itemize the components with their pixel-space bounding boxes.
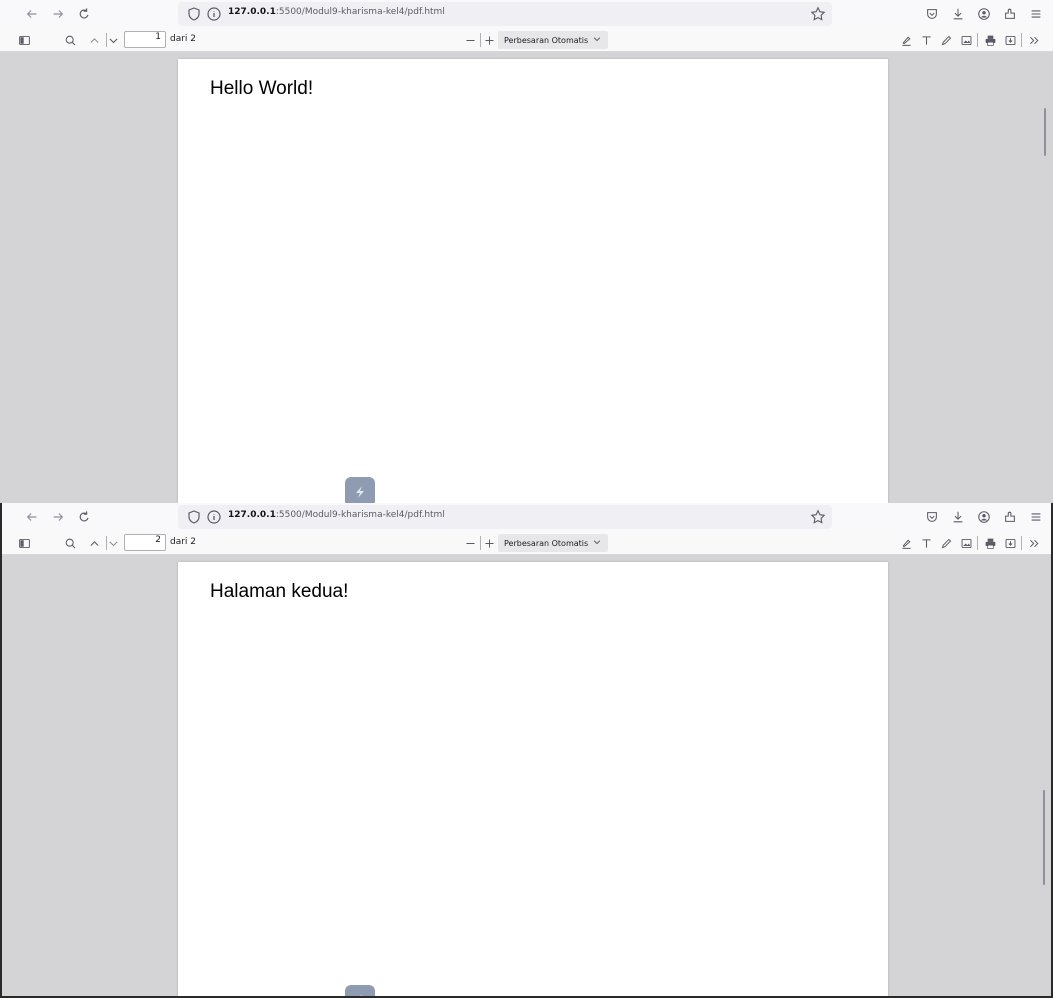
toolbar-separator	[977, 33, 978, 47]
account-icon[interactable]	[973, 507, 995, 527]
navigation-toolbar: 127.0.0.1:5500/Modul9-kharisma-kel4/pdf.…	[0, 0, 1053, 28]
tracking-protection-shield-icon[interactable]	[186, 6, 202, 22]
navigation-toolbar: 127.0.0.1:5500/Modul9-kharisma-kel4/pdf.…	[2, 503, 1051, 531]
floating-widget-icon[interactable]	[345, 985, 375, 996]
pocket-icon[interactable]	[921, 4, 943, 24]
pdf-page-text: Hello World!	[210, 78, 314, 99]
back-arrow-icon[interactable]	[22, 4, 42, 24]
tracking-protection-shield-icon[interactable]	[186, 509, 202, 525]
find-search-icon[interactable]	[60, 534, 80, 552]
url-host: 127.0.0.1	[228, 7, 276, 17]
reload-icon[interactable]	[74, 507, 94, 527]
draw-tool-icon[interactable]	[936, 31, 956, 49]
page-number-input[interactable]: 2	[124, 534, 166, 551]
pdf-viewer[interactable]: Hello World!	[0, 52, 1053, 503]
back-arrow-icon[interactable]	[22, 507, 42, 527]
site-info-icon[interactable]	[206, 509, 222, 525]
browser-window-page-2: 127.0.0.1:5500/Modul9-kharisma-kel4/pdf.…	[0, 503, 1053, 998]
account-icon[interactable]	[973, 4, 995, 24]
zoom-out-minus-icon[interactable]	[460, 534, 480, 552]
hamburger-menu-icon[interactable]	[1025, 507, 1047, 527]
page-count-label: dari 2	[170, 34, 197, 44]
print-icon[interactable]	[980, 31, 1000, 49]
toolbar-icons	[921, 4, 1047, 24]
pdf-page: Hello World!	[178, 59, 888, 503]
forward-arrow-icon[interactable]	[48, 4, 68, 24]
highlight-tool-icon[interactable]	[896, 534, 916, 552]
address-bar[interactable]: 127.0.0.1:5500/Modul9-kharisma-kel4/pdf.…	[178, 505, 832, 529]
scrollbar-thumb[interactable]	[1044, 108, 1046, 156]
page-count-label: dari 2	[170, 537, 197, 547]
image-tool-icon[interactable]	[956, 31, 976, 49]
tools-overflow-icon[interactable]	[1024, 534, 1044, 552]
next-page-chevron-down-icon[interactable]	[103, 534, 123, 552]
pdf-page: Halaman kedua!	[178, 562, 888, 996]
toolbar-separator	[977, 536, 978, 550]
zoom-select-label: Perbesaran Otomatis	[504, 538, 589, 548]
zoom-out-minus-icon[interactable]	[460, 31, 480, 49]
url-path: :5500/Modul9-kharisma-kel4/pdf.html	[275, 510, 445, 520]
find-search-icon[interactable]	[60, 31, 80, 49]
browser-window-page-1: 127.0.0.1:5500/Modul9-kharisma-kel4/pdf.…	[0, 0, 1053, 503]
site-info-icon[interactable]	[206, 6, 222, 22]
extensions-icon[interactable]	[999, 507, 1021, 527]
image-tool-icon[interactable]	[956, 534, 976, 552]
zoom-select-label: Perbesaran Otomatis	[504, 35, 589, 45]
zoom-in-plus-icon[interactable]	[479, 534, 499, 552]
extensions-icon[interactable]	[999, 4, 1021, 24]
zoom-select[interactable]: Perbesaran Otomatis	[498, 31, 608, 49]
toolbar-separator	[1021, 536, 1022, 550]
toolbar-icons	[921, 507, 1047, 527]
download-icon[interactable]	[947, 507, 969, 527]
zoom-in-plus-icon[interactable]	[479, 31, 499, 49]
text-tool-icon[interactable]	[916, 31, 936, 49]
highlight-tool-icon[interactable]	[896, 31, 916, 49]
download-icon[interactable]	[947, 4, 969, 24]
tools-overflow-icon[interactable]	[1024, 31, 1044, 49]
floating-widget-icon[interactable]	[345, 477, 375, 503]
previous-page-chevron-up-icon[interactable]	[84, 31, 104, 49]
url-host: 127.0.0.1	[228, 510, 276, 520]
url-path: :5500/Modul9-kharisma-kel4/pdf.html	[275, 7, 445, 17]
save-download-icon[interactable]	[1000, 31, 1020, 49]
print-icon[interactable]	[980, 534, 1000, 552]
next-page-chevron-down-icon[interactable]	[103, 31, 123, 49]
scrollbar-thumb[interactable]	[1043, 790, 1045, 885]
reload-icon[interactable]	[74, 4, 94, 24]
page-number-input[interactable]: 1	[124, 31, 166, 48]
pocket-icon[interactable]	[921, 507, 943, 527]
forward-arrow-icon[interactable]	[48, 507, 68, 527]
address-bar[interactable]: 127.0.0.1:5500/Modul9-kharisma-kel4/pdf.…	[178, 2, 832, 26]
toolbar-separator	[1021, 33, 1022, 47]
bookmark-star-icon[interactable]	[810, 6, 826, 22]
draw-tool-icon[interactable]	[936, 534, 956, 552]
pdf-toolbar: 2 dari 2 Perbesaran Otomatis	[2, 531, 1051, 555]
previous-page-chevron-up-icon[interactable]	[84, 534, 104, 552]
pdf-toolbar: 1 dari 2 Perbesaran Otomatis	[0, 28, 1053, 52]
pdf-viewer[interactable]: Halaman kedua!	[2, 555, 1051, 996]
url-text[interactable]: 127.0.0.1:5500/Modul9-kharisma-kel4/pdf.…	[228, 510, 445, 520]
text-tool-icon[interactable]	[916, 534, 936, 552]
sidebar-toggle-icon[interactable]	[14, 534, 34, 552]
zoom-select[interactable]: Perbesaran Otomatis	[498, 534, 608, 552]
bookmark-star-icon[interactable]	[810, 509, 826, 525]
pdf-page-text: Halaman kedua!	[210, 581, 349, 602]
url-text[interactable]: 127.0.0.1:5500/Modul9-kharisma-kel4/pdf.…	[228, 7, 445, 17]
hamburger-menu-icon[interactable]	[1025, 4, 1047, 24]
chevron-down-icon	[593, 540, 601, 545]
chevron-down-icon	[593, 37, 601, 42]
save-download-icon[interactable]	[1000, 534, 1020, 552]
sidebar-toggle-icon[interactable]	[14, 31, 34, 49]
